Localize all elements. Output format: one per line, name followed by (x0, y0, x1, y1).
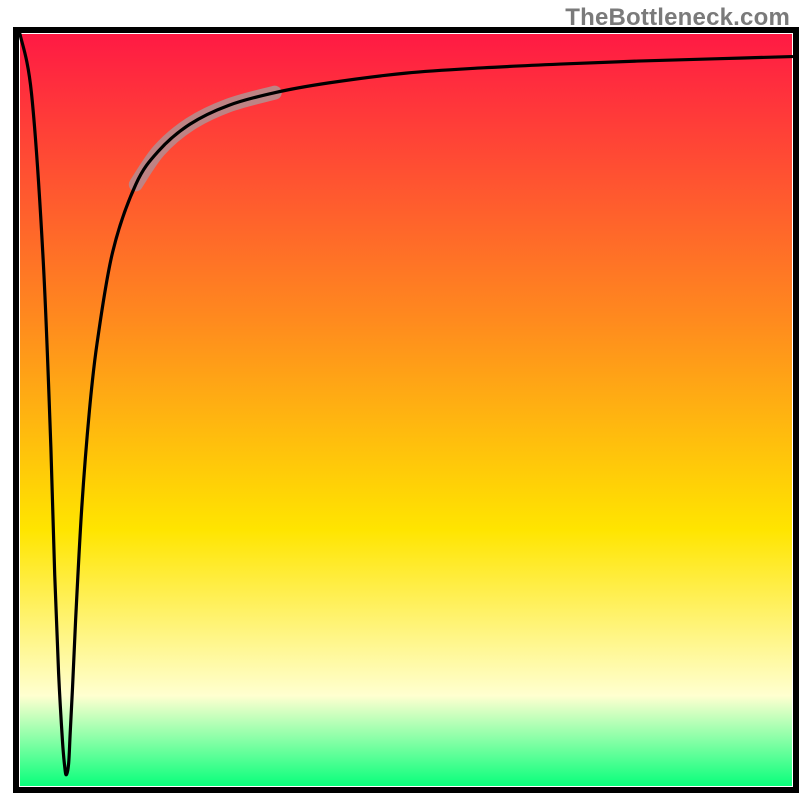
chart-stage: TheBottleneck.com (0, 0, 800, 800)
bottleneck-chart (0, 0, 800, 800)
watermark-label: TheBottleneck.com (565, 4, 790, 32)
plot-gradient-fill (20, 34, 792, 786)
